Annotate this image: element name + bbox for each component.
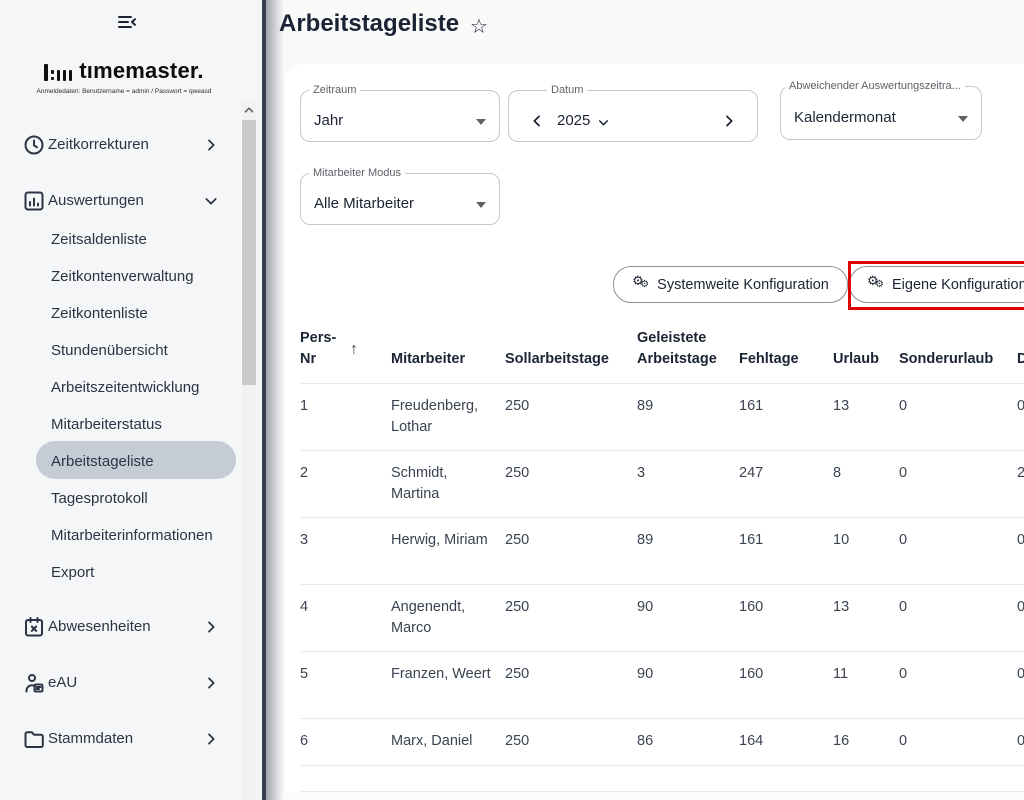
sidebar-item-label: Abwesenheiten: [48, 608, 151, 646]
sidebar-scrollbar-thumb[interactable]: [242, 120, 256, 385]
abweichender-zeitraum-select[interactable]: Abweichender Auswertungszeitra... Kalend…: [780, 80, 982, 140]
zeitraum-value: Jahr: [314, 112, 343, 129]
column-header-geleistete-arbeitstage[interactable]: Geleistete Arbeitstage: [637, 328, 739, 383]
datum-label: Datum: [547, 84, 587, 96]
column-header-urlaub[interactable]: Urlaub: [833, 349, 899, 383]
clock-icon: [22, 133, 46, 157]
column-header-cutoff[interactable]: D: [1017, 349, 1024, 383]
sidebar-item-label: eAU: [48, 664, 77, 702]
sidebar-item-abwesenheiten[interactable]: Abwesenheiten: [0, 608, 240, 646]
bar-chart-icon: [22, 189, 46, 213]
table-row[interactable]: 2Schmidt, Martina2503247802: [300, 451, 1024, 518]
chevron-right-icon: [203, 137, 219, 153]
app-window: tımemaster. Anmeldedaten: Benutzername =…: [0, 0, 1024, 800]
sidebar-item-mitarbeiterinformationen[interactable]: Mitarbeiterinformationen: [51, 517, 236, 554]
sidebar-item-label: Auswertungen: [48, 182, 144, 220]
sidebar-item-arbeitstageliste[interactable]: Arbeitstageliste: [51, 443, 236, 480]
logo-text: tımemaster.: [79, 58, 204, 84]
sort-ascending-icon[interactable]: ↑: [350, 339, 358, 360]
prev-period-icon[interactable]: [529, 113, 545, 129]
datum-control: Datum 2025: [508, 84, 758, 142]
chevron-down-icon: [203, 193, 219, 209]
datum-value[interactable]: 2025: [557, 112, 590, 129]
column-header-sonderurlaub[interactable]: Sonderurlaub: [899, 349, 1017, 383]
person-document-icon: [22, 671, 46, 695]
sidebar-item-label: Stammdaten: [48, 720, 133, 758]
dropdown-arrow-icon: [958, 116, 968, 122]
logo-mark-icon: [44, 64, 72, 84]
table-row[interactable]: 4Angenendt, Marco250901601300: [300, 585, 1024, 652]
scroll-up-arrow-icon[interactable]: [242, 103, 256, 117]
sidebar-item-label: Zeitkorrekturen: [48, 126, 149, 164]
mitarbeiter-modus-value: Alle Mitarbeiter: [314, 195, 414, 212]
zeitraum-label: Zeitraum: [309, 84, 360, 96]
menu-collapse-icon[interactable]: [115, 10, 139, 34]
zeitraum-select[interactable]: Zeitraum Jahr: [300, 84, 500, 142]
sidebar: tımemaster. Anmeldedaten: Benutzername =…: [0, 0, 262, 800]
table-row-empty: [300, 766, 1024, 792]
chevron-right-icon: [203, 675, 219, 691]
sidebar-item-auswertungen[interactable]: Auswertungen: [0, 182, 240, 220]
sidebar-item-export[interactable]: Export: [51, 554, 236, 591]
sidebar-item-zeitsaldenliste[interactable]: Zeitsaldenliste: [51, 221, 236, 258]
page-title: Arbeitstageliste: [279, 10, 459, 38]
systemweite-konfiguration-label: Systemweite Konfiguration: [657, 277, 829, 293]
table-row[interactable]: 5Franzen, Weert250901601100: [300, 652, 1024, 719]
annotation-highlight-box: [848, 261, 1024, 310]
sidebar-item-mitarbeiterstatus[interactable]: Mitarbeiterstatus: [51, 406, 236, 443]
sidebar-shadow: [266, 0, 284, 800]
favorite-star-icon[interactable]: ☆: [470, 14, 488, 39]
logo: tımemaster.: [0, 58, 248, 84]
abweichender-label: Abweichender Auswertungszeitra...: [785, 80, 965, 92]
mitarbeiter-modus-select[interactable]: Mitarbeiter Modus Alle Mitarbeiter: [300, 167, 500, 225]
chevron-right-icon: [203, 731, 219, 747]
systemweite-konfiguration-button[interactable]: ⚙⚙ Systemweite Konfiguration: [613, 266, 848, 303]
table-row[interactable]: 6Marx, Daniel250861641600: [300, 719, 1024, 766]
mitarbeiter-modus-label: Mitarbeiter Modus: [309, 167, 405, 179]
calendar-x-icon: [22, 615, 46, 639]
folder-icon: [22, 727, 46, 751]
column-header-mitarbeiter[interactable]: Mitarbeiter: [391, 349, 505, 383]
sidebar-item-stundenuebersicht[interactable]: Stundenübersicht: [51, 332, 236, 369]
table-row[interactable]: 1Freudenberg, Lothar250891611300: [300, 384, 1024, 451]
dropdown-arrow-icon: [476, 202, 486, 208]
table-header-row: Pers-Nr ↑ Mitarbeiter Sollarbeitstage Ge…: [300, 322, 1024, 384]
column-header-fehltage[interactable]: Fehltage: [739, 349, 833, 383]
sidebar-item-eau[interactable]: eAU: [0, 664, 240, 702]
sidebar-item-zeitkorrekturen[interactable]: Zeitkorrekturen: [0, 126, 240, 164]
sidebar-item-arbeitszeitentwicklung[interactable]: Arbeitszeitentwicklung: [51, 369, 236, 406]
abweichender-value: Kalendermonat: [794, 109, 896, 126]
gears-icon: ⚙⚙: [632, 276, 650, 294]
column-header-pers-nr[interactable]: Pers-Nr ↑: [300, 328, 391, 383]
arbeitstage-table: Pers-Nr ↑ Mitarbeiter Sollarbeitstage Ge…: [300, 322, 1024, 792]
sidebar-item-tagesprotokoll[interactable]: Tagesprotokoll: [51, 480, 236, 517]
sidebar-item-stammdaten[interactable]: Stammdaten: [0, 720, 240, 758]
year-dropdown-icon[interactable]: [597, 116, 613, 132]
chevron-right-icon: [203, 619, 219, 635]
column-header-sollarbeitstage[interactable]: Sollarbeitstage: [505, 349, 637, 383]
credentials-note: Anmeldedaten: Benutzername = admin / Pas…: [0, 88, 248, 95]
next-period-icon[interactable]: [721, 113, 737, 129]
sidebar-item-zeitkontenverwaltung[interactable]: Zeitkontenverwaltung: [51, 258, 236, 295]
dropdown-arrow-icon: [476, 119, 486, 125]
table-row[interactable]: 3Herwig, Miriam250891611000: [300, 518, 1024, 585]
sidebar-item-zeitkontenliste[interactable]: Zeitkontenliste: [51, 295, 236, 332]
